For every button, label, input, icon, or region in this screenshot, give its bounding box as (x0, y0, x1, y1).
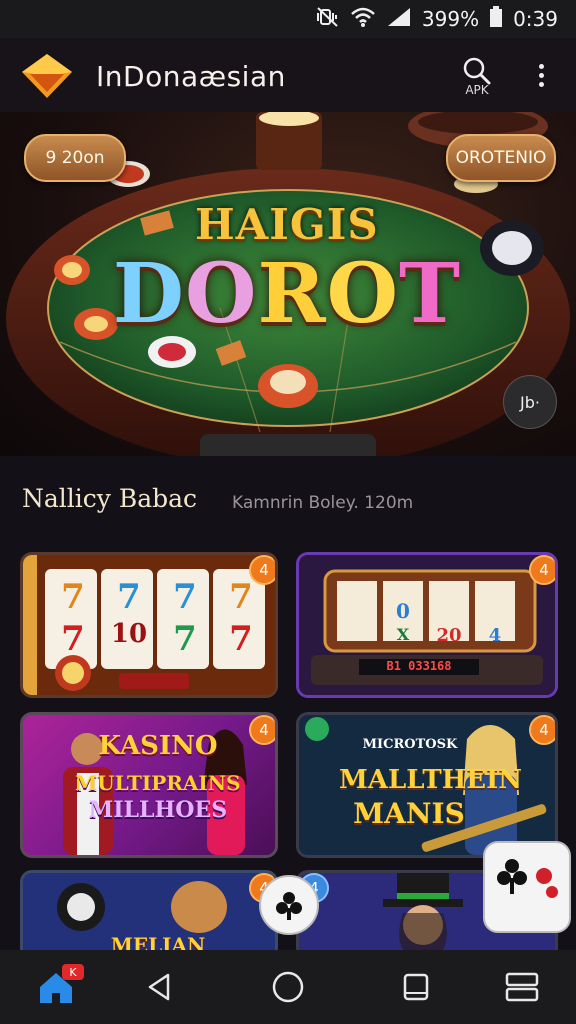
tile-title: MICROTOSK (362, 737, 458, 752)
tile-badge: 4 (529, 555, 555, 585)
hero-banner[interactable]: 9 20on OROTENIO HAIGIS DOROT Jb· (0, 112, 576, 456)
hero-left-pill-button[interactable]: 9 20on (24, 134, 126, 182)
reel-symbol: 7 (61, 619, 85, 659)
hero-right-pill-button[interactable]: OROTENIO (446, 134, 556, 182)
reel-symbol: 20 (436, 625, 462, 646)
game-tile-slot-classic[interactable]: 7 7 7 7 7 10 7 7 4 (20, 552, 278, 698)
app-title: InDonaæsian (96, 59, 286, 93)
mute-vibrate-icon (316, 6, 340, 33)
home-icon[interactable]: K (32, 964, 84, 1010)
tile-badge: 4 (249, 715, 275, 745)
reel-symbol: 7 (173, 619, 197, 659)
split-screen-icon[interactable] (498, 964, 546, 1010)
hero-title-main: DOROT (112, 246, 462, 342)
battery-icon (489, 5, 503, 33)
club-chip-icon (259, 875, 319, 935)
tile-title: KASINO (98, 731, 218, 761)
tile-badge: 4 (529, 715, 555, 745)
search-label: APK (465, 83, 489, 97)
reel-symbol: 7 (117, 577, 141, 617)
game-tile-kasino[interactable]: KASINO MULTIPRAINS MILLHOES 4 (20, 712, 278, 858)
more-vertical-icon[interactable] (530, 60, 552, 96)
jackpot-counter: B1 033168 (386, 659, 452, 673)
playing-card-icon (483, 841, 571, 933)
game-tile-melian[interactable]: MELIAN 4 (20, 870, 278, 960)
battery-percent: 399% (421, 7, 480, 31)
reel-symbol: 7 (229, 619, 253, 659)
reel-symbol: 7 (61, 577, 85, 617)
reel-symbol: 7 (173, 577, 197, 617)
wifi-icon (350, 6, 376, 33)
recents-icon[interactable] (392, 964, 440, 1010)
tile-title: MALLTHEIN (339, 765, 523, 795)
section-header: Nallicy Babac Kamnrin Boley. 120m (22, 472, 562, 532)
section-title: Nallicy Babac (22, 484, 198, 513)
tile-title: MANIS (353, 797, 465, 830)
app-bar: InDonaæsian APK (0, 38, 576, 114)
clock: 0:39 (513, 7, 558, 31)
back-icon[interactable] (136, 964, 184, 1010)
slot-machine-illustration (299, 555, 555, 695)
signal-icon (386, 6, 412, 33)
brand-logo-icon[interactable] (20, 52, 74, 100)
game-tile-slot-machine[interactable]: 0 X 20 4 B1 033168 4 (296, 552, 558, 698)
tile-title: MILLHOES (88, 797, 228, 823)
hero-corner-button[interactable]: Jb· (503, 375, 557, 429)
tile-badge: 4 (249, 555, 275, 585)
reel-symbol: 4 (488, 625, 502, 646)
reel-symbol: 10 (110, 619, 148, 649)
home-badge: K (62, 964, 84, 980)
search-button[interactable]: APK (455, 56, 499, 100)
reel-symbol: X (396, 625, 410, 644)
status-bar: 399% 0:39 (0, 0, 576, 38)
reel-symbol: 0 (396, 599, 410, 623)
hero-title-top: HAIGIS (195, 200, 379, 249)
section-subtitle: Kamnrin Boley. 120m (232, 493, 414, 513)
home-circle-icon[interactable] (264, 964, 312, 1010)
tile-title: MULTIPRAINS (75, 771, 241, 795)
system-nav-bar: K (0, 950, 576, 1024)
